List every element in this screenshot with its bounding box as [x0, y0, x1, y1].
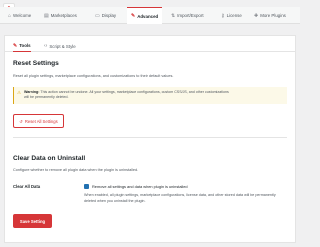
- tab-advanced[interactable]: ✎ Advanced: [127, 7, 163, 24]
- subtab-script-style[interactable]: ‹› Script & Style: [44, 40, 76, 52]
- subtab-label: Script & Style: [49, 43, 76, 49]
- tab-license[interactable]: ⚷ License: [221, 7, 242, 24]
- warning-icon: ⚠: [17, 90, 22, 95]
- clear-data-description: Configure whether to remove all plugin d…: [13, 168, 139, 172]
- tab-display[interactable]: ▭ Display: [95, 7, 116, 24]
- tab-label: Display: [101, 13, 117, 18]
- store-icon: ▤: [44, 12, 49, 19]
- subtab-tools[interactable]: ✎ Tools: [13, 40, 31, 52]
- tab-label: Advanced: [137, 13, 159, 19]
- reset-settings-description: Reset all plugin settings, marketplace c…: [13, 74, 174, 78]
- reset-settings-heading: Reset Settings: [13, 60, 59, 67]
- wrench-icon: ✎: [131, 13, 136, 19]
- wrench-icon: ✎: [13, 42, 18, 49]
- warning-line-2: will be permanently deleted.: [24, 95, 69, 100]
- tab-label: Welcome: [13, 13, 32, 18]
- key-icon: ⚷: [221, 12, 225, 19]
- subtab-label: Tools: [19, 43, 31, 48]
- tab-welcome[interactable]: ⌂ Welcome: [8, 7, 31, 24]
- reset-all-settings-button[interactable]: ↺ Reset All Settings: [13, 114, 64, 128]
- clear-data-checkbox[interactable]: [84, 184, 89, 189]
- section-divider: [13, 137, 287, 138]
- clear-data-help-text: When enabled, all plugin settings, marke…: [84, 193, 276, 203]
- tab-import-export[interactable]: ⇅ Import/Export: [171, 7, 204, 24]
- clear-data-heading: Clear Data on Uninstall: [13, 155, 86, 162]
- code-icon: ‹›: [44, 43, 48, 49]
- reset-icon: ↺: [19, 118, 23, 124]
- import-export-icon: ⇅: [171, 12, 176, 19]
- display-icon: ▭: [95, 12, 100, 19]
- tab-label: More Plugins: [260, 13, 286, 18]
- save-setting-button[interactable]: Save Setting: [13, 214, 52, 228]
- clear-all-data-label: Clear All Data: [13, 184, 41, 189]
- warning-label: Warning:: [24, 90, 40, 94]
- top-navigation: ⌂ Welcome ▤ Marketplaces ▭ Display ✎ Adv…: [0, 7, 300, 24]
- tab-marketplaces[interactable]: ▤ Marketplaces: [44, 7, 77, 24]
- tab-label: Marketplaces: [50, 13, 77, 18]
- settings-card: ✎ Tools ‹› Script & Style Reset Settings…: [4, 35, 296, 243]
- tab-more-plugins[interactable]: ✚ More Plugins: [254, 7, 286, 24]
- tab-label: Import/Export: [177, 13, 204, 18]
- clear-data-checkbox-label: Remove all settings and data when plugin…: [92, 184, 188, 189]
- home-icon: ⌂: [8, 12, 12, 19]
- tab-label: License: [226, 13, 242, 18]
- reset-button-label: Reset All Settings: [24, 118, 58, 124]
- plugin-icon: ✚: [254, 12, 259, 19]
- warning-text: This action cannot be undone. All your s…: [40, 90, 229, 94]
- subtab-bar: ✎ Tools ‹› Script & Style: [5, 36, 295, 52]
- warning-notice: ⚠ Warning: This action cannot be undone.…: [13, 87, 287, 104]
